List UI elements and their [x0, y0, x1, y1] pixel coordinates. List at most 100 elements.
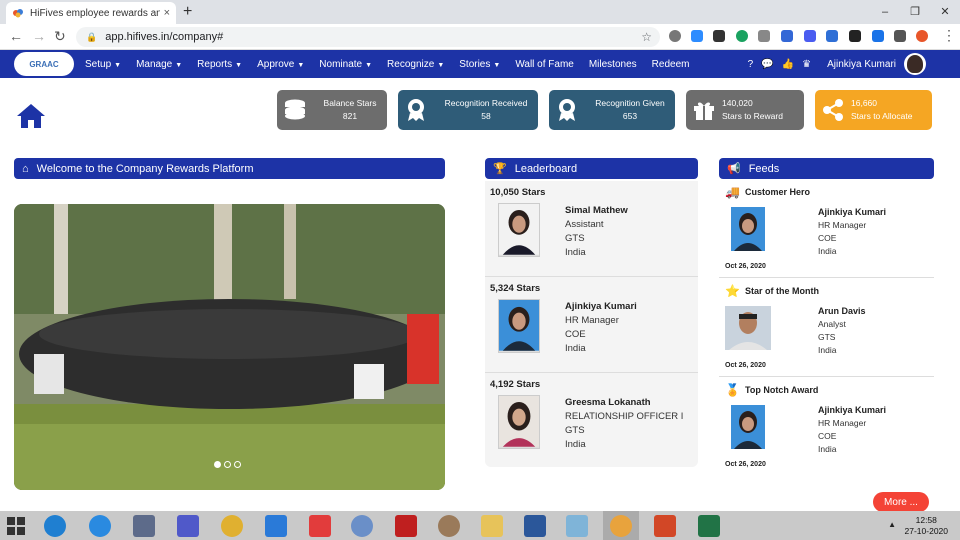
home-small-icon: ⌂	[22, 162, 29, 175]
new-tab-button[interactable]: +	[183, 3, 192, 21]
extension-icon[interactable]	[758, 30, 770, 42]
forward-arrow-icon[interactable]: →	[32, 28, 46, 44]
minimize-button[interactable]: –	[870, 0, 900, 24]
hifives-favicon-icon	[13, 9, 23, 18]
browser-tab[interactable]: HiFives employee rewards and re ×	[6, 2, 176, 24]
extension-icon[interactable]	[713, 30, 725, 42]
award-icon	[398, 98, 434, 122]
menu-manage[interactable]: Manage ▼	[136, 59, 182, 70]
chat-icon[interactable]: 💬	[761, 59, 773, 70]
app-icon[interactable]	[566, 515, 588, 537]
extension-icon[interactable]	[669, 30, 681, 42]
feed-name: Arun Davis	[818, 306, 866, 316]
share-icon	[815, 98, 851, 122]
more-button[interactable]: More ...	[873, 492, 929, 512]
truck-icon: 🚚	[725, 185, 740, 199]
entry-role: HR Manager	[565, 315, 619, 326]
carousel-dot[interactable]	[234, 461, 241, 468]
extension-icon[interactable]	[781, 30, 793, 42]
zoom-extension-icon[interactable]	[691, 30, 703, 42]
snip-icon[interactable]	[265, 515, 287, 537]
file-explorer-icon[interactable]	[481, 515, 503, 537]
crown-icon[interactable]: ♛	[802, 59, 811, 70]
close-window-button[interactable]: ✕	[930, 0, 960, 24]
extension-icon[interactable]	[826, 30, 838, 42]
menu-milestones[interactable]: Milestones	[589, 59, 637, 70]
leaderboard-entry[interactable]: 10,050 Stars Simal Mathew Assistant GTS …	[485, 181, 698, 277]
stat-label: Recognition Given	[595, 98, 665, 108]
main-menu: Setup ▼ Manage ▼ Reports ▼ Approve ▼ Nominat…	[85, 50, 704, 78]
windows-start-icon[interactable]	[7, 517, 25, 535]
user-avatar[interactable]	[904, 53, 926, 75]
stat-value: 58	[481, 111, 491, 121]
menu-setup[interactable]: Setup ▼	[85, 59, 121, 70]
welcome-title: Welcome to the Company Rewards Platform	[36, 162, 254, 175]
teams-icon[interactable]	[177, 515, 199, 537]
word-icon[interactable]	[524, 515, 546, 537]
menu-wall-of-fame[interactable]: Wall of Fame	[515, 59, 574, 70]
caret-down-icon: ▼	[437, 61, 445, 69]
tab-close-icon[interactable]: ×	[164, 7, 170, 19]
excel-icon[interactable]	[698, 515, 720, 537]
help-icon[interactable]: ?	[748, 59, 754, 70]
menu-approve[interactable]: Approve ▼	[257, 59, 304, 70]
reload-icon[interactable]: ↻	[54, 28, 66, 45]
tray-arrow-icon[interactable]: ▲	[888, 520, 896, 529]
entry-country: India	[565, 247, 586, 258]
anydesk-icon[interactable]	[309, 515, 331, 537]
entry-role: Assistant	[565, 219, 604, 230]
menu-redeem[interactable]: Redeem	[652, 59, 690, 70]
menu-reports[interactable]: Reports ▼	[197, 59, 242, 70]
internet-explorer-icon[interactable]	[89, 515, 111, 537]
stat-stars-to-reward[interactable]: 140,020 Stars to Reward	[686, 90, 804, 130]
feed-dept: COE	[818, 233, 837, 243]
browser-menu-icon[interactable]: ⋮	[942, 27, 956, 44]
restore-button[interactable]: ❐	[900, 0, 930, 24]
welcome-panel-header: ⌂ Welcome to the Company Rewards Platfor…	[14, 158, 445, 179]
welcome-carousel[interactable]	[14, 204, 445, 490]
extension-icon[interactable]	[804, 30, 816, 42]
hifives-extension-icon[interactable]	[916, 30, 928, 42]
menu-stories[interactable]: Stories ▼	[459, 59, 500, 70]
feed-item[interactable]: 🚚 Customer Hero Ajinkiya Kumari HR Manag…	[719, 181, 934, 278]
menu-nominate[interactable]: Nominate ▼	[319, 59, 372, 70]
network-app-icon[interactable]	[133, 515, 155, 537]
cast-icon[interactable]	[872, 30, 884, 42]
menu-recognize[interactable]: Recognize ▼	[387, 59, 444, 70]
powerpoint-icon[interactable]	[654, 515, 676, 537]
coins-icon	[277, 99, 313, 121]
system-clock[interactable]: 12:58 27-10-2020	[905, 515, 948, 537]
stat-stars-to-allocate[interactable]: 16,660 Stars to Allocate	[815, 90, 932, 130]
feed-photo	[725, 306, 771, 350]
grammarly-extension-icon[interactable]	[736, 30, 748, 42]
company-logo[interactable]: GRAAC	[14, 52, 74, 76]
bookmark-star-icon[interactable]: ☆	[641, 30, 652, 44]
app-icon[interactable]	[221, 515, 243, 537]
paint-icon[interactable]	[438, 515, 460, 537]
back-arrow-icon[interactable]: ←	[9, 28, 23, 44]
leaderboard-entry[interactable]: 5,324 Stars Ajinkiya Kumari HR Manager C…	[485, 277, 698, 373]
leaderboard-entry[interactable]: 4,192 Stars Greesma Lokanath RELATIONSHI…	[485, 373, 698, 469]
stat-label: 140,020	[722, 98, 753, 108]
thumbs-up-icon[interactable]: 👍	[782, 59, 794, 70]
stat-recognition-given[interactable]: Recognition Given 653	[549, 90, 675, 130]
feed-date: Oct 26, 2020	[725, 461, 766, 468]
entry-name: Greesma Lokanath	[565, 397, 651, 408]
user-name[interactable]: Ajinkiya Kumari	[827, 59, 896, 70]
carousel-dot[interactable]	[224, 461, 231, 468]
carousel-dot[interactable]	[214, 461, 221, 468]
stat-value: Stars to Allocate	[851, 111, 913, 121]
feed-item[interactable]: ⭐ Star of the Month Arun Davis Analyst G…	[719, 280, 934, 377]
chrome-icon[interactable]	[610, 515, 632, 537]
edge-icon[interactable]	[44, 515, 66, 537]
stat-balance-stars[interactable]: Balance Stars 821	[277, 90, 387, 130]
url-bar[interactable]: 🔒 app.hifives.in/company# ☆	[76, 27, 660, 47]
stat-recognition-received[interactable]: Recognition Received 58	[398, 90, 538, 130]
puzzle-extensions-icon[interactable]	[894, 30, 906, 42]
caret-down-icon: ▼	[297, 61, 305, 69]
home-icon[interactable]	[16, 103, 46, 129]
filezilla-icon[interactable]	[395, 515, 417, 537]
extension-icon[interactable]	[849, 30, 861, 42]
feed-item[interactable]: 🏅 Top Notch Award Ajinkiya Kumari HR Man…	[719, 379, 934, 476]
app-icon[interactable]	[351, 515, 373, 537]
